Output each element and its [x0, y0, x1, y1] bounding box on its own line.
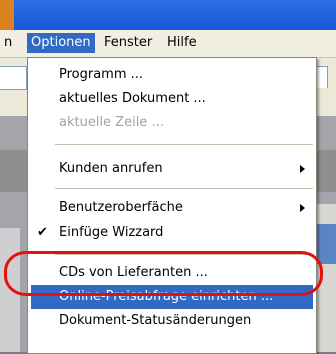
- menu-hilfe[interactable]: Hilfe: [163, 33, 201, 53]
- menu-item-benutzeroberflaeche[interactable]: Benutzeroberfäche: [31, 196, 313, 220]
- menu-optionen[interactable]: Optionen: [27, 33, 95, 53]
- submenu-arrow-icon: [300, 165, 305, 173]
- menu-bar: n Optionen Fenster Hilfe: [0, 30, 336, 58]
- title-bar: [0, 0, 336, 30]
- menu-separator: [55, 254, 313, 255]
- menu-fenster[interactable]: Fenster: [100, 33, 156, 53]
- menu-separator: [55, 188, 313, 189]
- menu-item-dokument-statusaenderungen[interactable]: Dokument-Statusänderungen: [31, 309, 313, 333]
- menu-item-partial[interactable]: n: [0, 33, 16, 53]
- menu-item-aktuelles-dokument[interactable]: aktuelles Dokument ...: [31, 87, 313, 111]
- app-icon-fragment: [0, 0, 14, 30]
- optionen-dropdown-menu: Programm ... aktuelles Dokument ... aktu…: [27, 57, 317, 354]
- submenu-arrow-icon: [300, 204, 305, 212]
- checkmark-icon: ✔: [37, 225, 48, 240]
- menu-item-online-preisabfrage[interactable]: Online-Preisabfrage einrichten ...: [31, 285, 313, 309]
- menu-item-aktuelle-zeile: aktuelle Zeile ...: [59, 115, 164, 130]
- toolbar-combo-left[interactable]: [0, 66, 27, 90]
- menu-item-programm[interactable]: Programm ...: [31, 63, 313, 87]
- menu-item-kunden-anrufen[interactable]: Kunden anrufen: [31, 157, 313, 181]
- menu-item-cds-von-lieferanten[interactable]: CDs von Lieferanten ...: [31, 261, 313, 285]
- menu-separator: [55, 144, 313, 145]
- menu-item-einfuege-wizzard[interactable]: ✔ Einfüge Wizzard: [31, 221, 313, 245]
